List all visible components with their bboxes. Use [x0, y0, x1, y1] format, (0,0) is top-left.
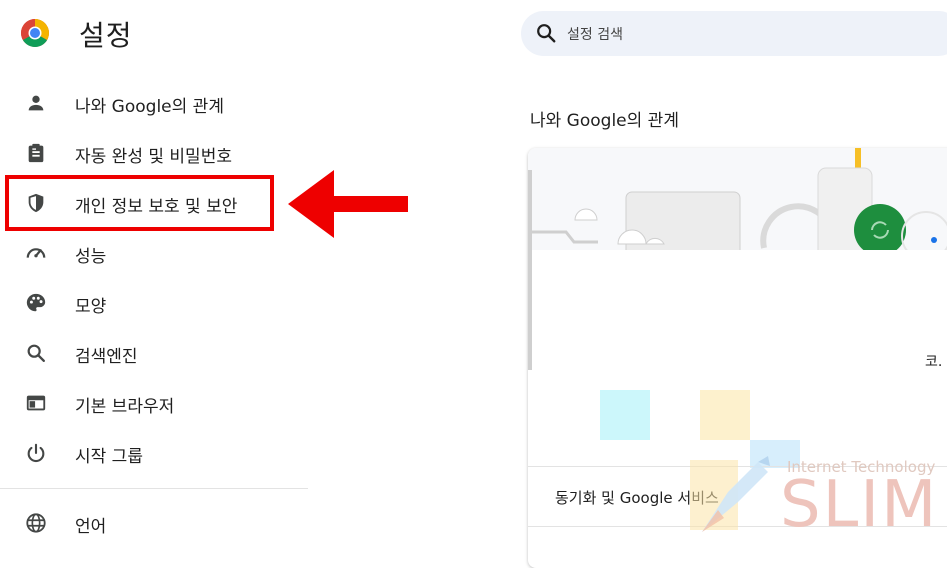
person-icon: [25, 92, 47, 114]
palette-icon: [25, 292, 47, 314]
page-title: 설정: [79, 19, 133, 52]
settings-search[interactable]: [521, 11, 947, 58]
clipboard-icon: [25, 142, 47, 164]
chrome-logo: [20, 18, 50, 48]
placeholder-block: [700, 390, 750, 440]
sidebar-item-label: 기본 브라우저: [75, 397, 175, 417]
power-icon: [25, 442, 47, 464]
sidebar-item-label: 언어: [75, 517, 107, 537]
section-title: 나와 Google의 관계: [530, 111, 679, 131]
sidebar-item-label: 나와 Google의 관계: [75, 97, 224, 117]
speedometer-icon: [25, 242, 47, 264]
sidebar-item-autofill[interactable]: 자동 완성 및 비밀번호: [0, 133, 300, 173]
sync-illustration: [528, 148, 947, 298]
sidebar-item-label: 모양: [75, 297, 107, 317]
card-scrollbar[interactable]: [528, 170, 532, 370]
search-input[interactable]: [565, 11, 947, 58]
sidebar-item-languages[interactable]: 언어: [0, 503, 300, 543]
sidebar-item-default-browser[interactable]: 기본 브라우저: [0, 383, 300, 423]
sidebar-item-label: 검색엔진: [75, 347, 138, 367]
browser-icon: [25, 392, 47, 414]
sidebar-item-on-startup[interactable]: 시작 그룹: [0, 433, 300, 473]
sidebar-item-search-engine[interactable]: 검색엔진: [0, 333, 300, 373]
sidebar-item-label: 자동 완성 및 비밀번호: [75, 147, 232, 167]
highlight-box: [5, 175, 274, 231]
sidebar-item-you-and-google[interactable]: 나와 Google의 관계: [0, 83, 300, 123]
pointer-arrow-icon: [288, 170, 410, 238]
sidebar-divider: [0, 488, 308, 489]
sidebar-item-appearance[interactable]: 모양: [0, 283, 300, 323]
globe-icon: [25, 512, 47, 534]
sidebar-item-label: 성능: [75, 247, 107, 267]
card-text-fragment: 코.: [925, 354, 943, 370]
sidebar-item-performance[interactable]: 성능: [0, 233, 300, 273]
search-icon: [535, 22, 557, 44]
search-icon: [25, 342, 47, 364]
watermark-big-text: SLIM: [780, 468, 939, 542]
placeholder-block: [600, 390, 650, 440]
sidebar-item-label: 시작 그룹: [75, 447, 143, 467]
